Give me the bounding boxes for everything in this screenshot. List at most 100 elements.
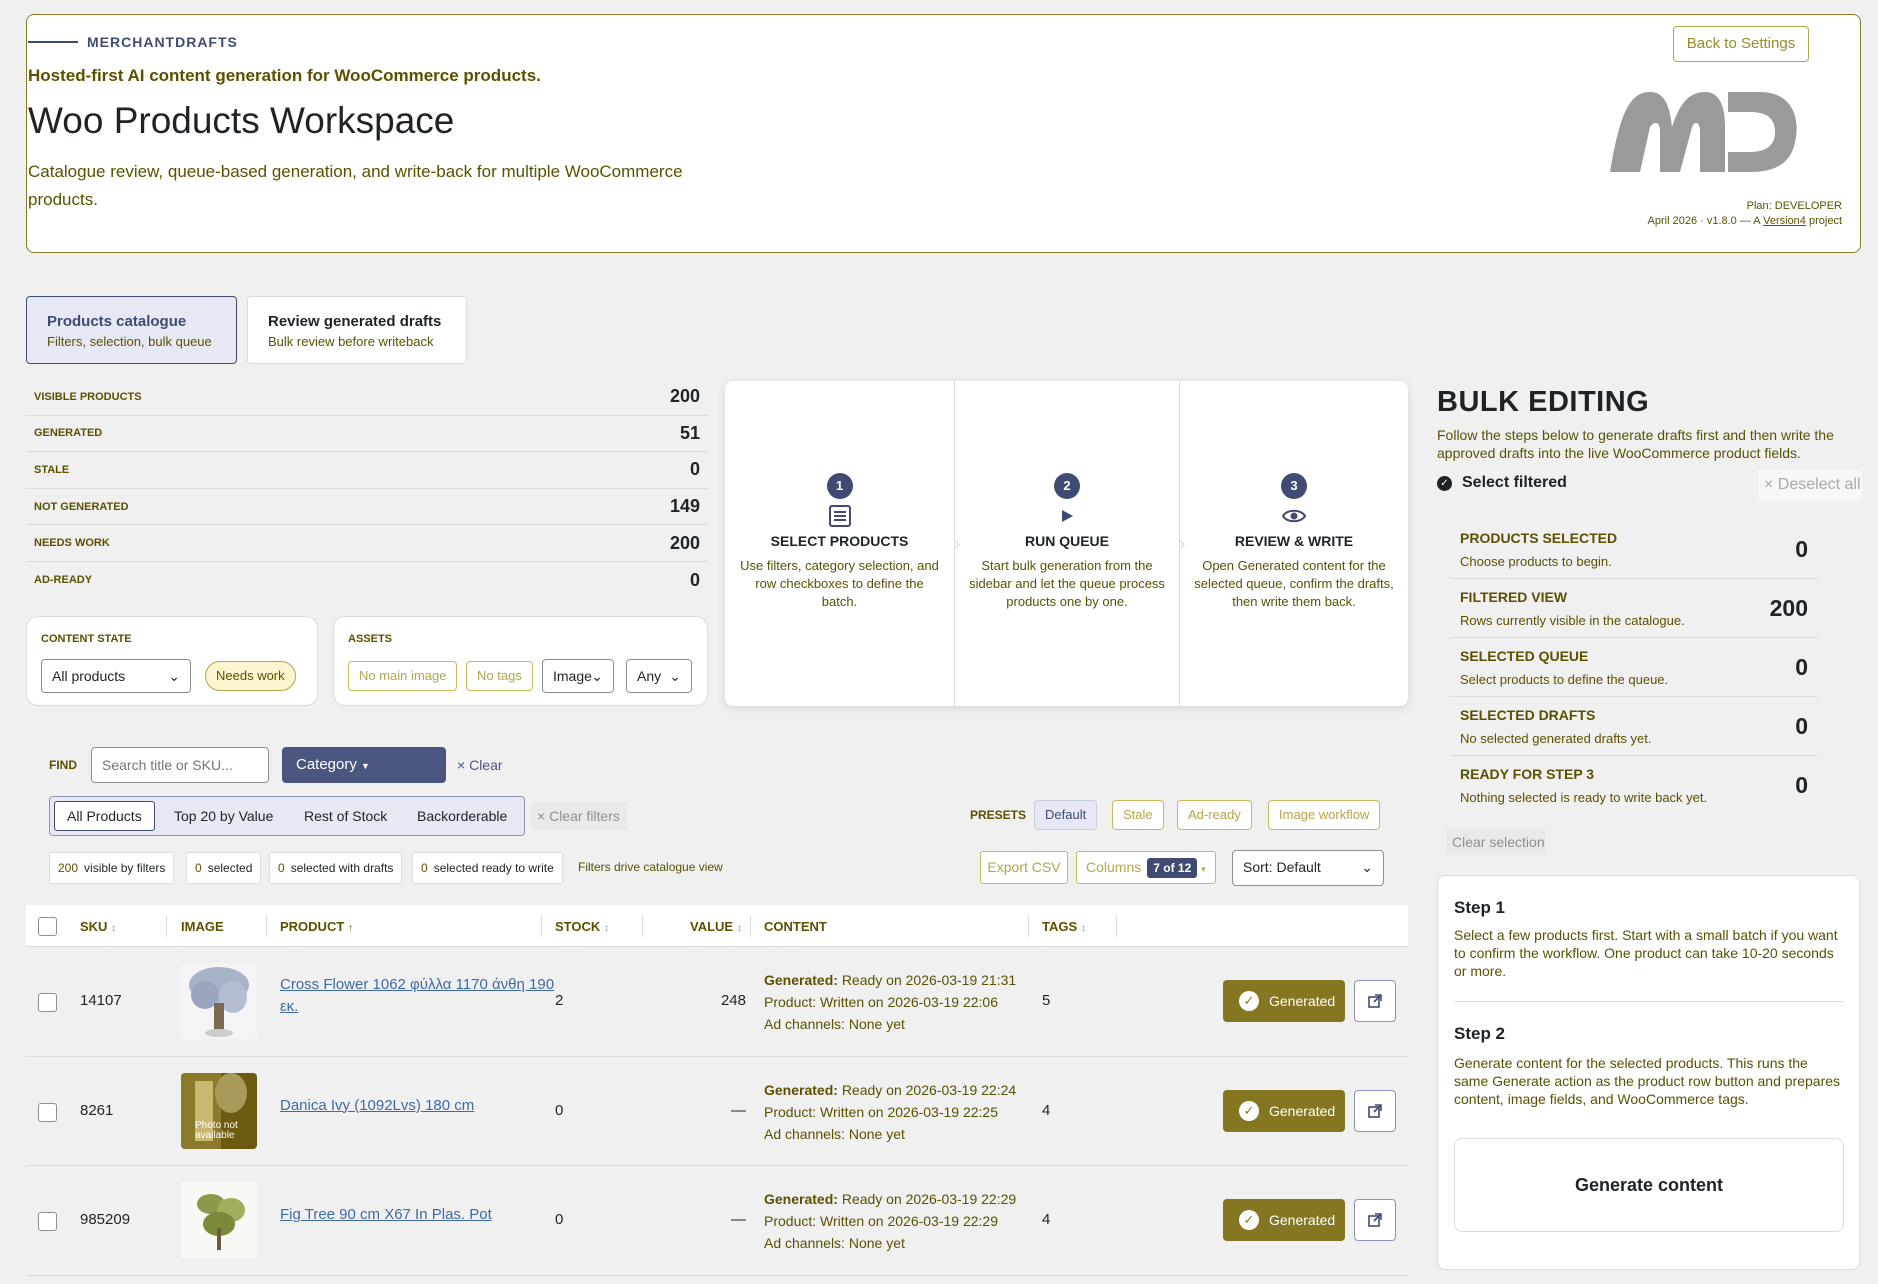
generate-content-button[interactable]: Generate content — [1454, 1138, 1844, 1232]
header-sku[interactable]: SKU ↕ — [80, 919, 116, 934]
clear-search-link[interactable]: × Clear — [457, 757, 503, 773]
header-value[interactable]: VALUE ↕ — [690, 919, 742, 934]
select-filtered-button[interactable]: ✓ Select filtered — [1437, 474, 1567, 492]
page-title: Woo Products Workspace — [28, 100, 455, 141]
page-subtitle: Catalogue review, queue-based generation… — [28, 162, 683, 209]
generated-button[interactable]: ✓ Generated — [1223, 980, 1345, 1022]
no-main-image-pill[interactable]: No main image — [348, 661, 458, 691]
step1-title: Step 1 — [1454, 898, 1506, 917]
header-stock[interactable]: STOCK ↕ — [555, 919, 609, 934]
row-checkbox[interactable] — [38, 993, 57, 1012]
count-selected-drafts: 0 selected with drafts — [269, 852, 403, 884]
thumb-placeholder-text: Photo not available — [195, 1119, 238, 1141]
product-thumbnail[interactable] — [181, 963, 257, 1039]
product-link[interactable]: Fig Tree 90 cm X67 In Plas. Pot — [280, 1204, 560, 1226]
find-label: FIND — [49, 758, 77, 772]
external-link-button[interactable] — [1354, 1199, 1396, 1241]
play-icon — [955, 503, 1179, 529]
preset-image-workflow[interactable]: Image workflow — [1268, 800, 1381, 830]
row-sku: 985209 — [80, 1211, 131, 1228]
selection-stats: PRODUCTS SELECTED Choose products to beg… — [1450, 520, 1818, 815]
chevron-down-icon: ⌄ — [591, 668, 603, 684]
external-link-button[interactable] — [1354, 1089, 1396, 1132]
row-content-status: Generated: Ready on 2026-03-19 21:31 Pro… — [764, 972, 1017, 1032]
image-select[interactable]: Image ⌄ — [542, 659, 614, 693]
external-link-button[interactable] — [1354, 980, 1396, 1022]
stat-selected-drafts: SELECTED DRAFTS No selected generated dr… — [1450, 697, 1818, 756]
row-tags: 4 — [1042, 1211, 1051, 1228]
header-content: CONTENT — [764, 919, 827, 934]
view-segmented-control: All Products Top 20 by Value Rest of Sto… — [49, 796, 525, 836]
row-stock: 0 — [555, 1211, 564, 1228]
row-tags: 4 — [1042, 1101, 1051, 1119]
brand-line — [28, 41, 78, 43]
any-select[interactable]: Any ⌄ — [626, 659, 692, 693]
product-link[interactable]: Cross Flower 1062 φύλλα 1170 άνθη 190 εκ… — [280, 974, 560, 1018]
category-dropdown[interactable]: Category ▼ — [282, 747, 446, 783]
step2-text: Generate content for the selected produc… — [1454, 1055, 1841, 1107]
divider — [1454, 1001, 1844, 1002]
list-icon — [725, 503, 954, 529]
no-tags-pill[interactable]: No tags — [466, 661, 533, 691]
version-label: April 2026 · v1.8.0 — A Version4 project — [1647, 215, 1842, 227]
clear-selection-button[interactable]: Clear selection — [1446, 829, 1546, 855]
chevron-down-icon: ⌄ — [1361, 859, 1373, 875]
sort-select[interactable]: Sort: Default ⌄ — [1232, 850, 1384, 886]
preset-stale[interactable]: Stale — [1112, 800, 1164, 830]
stats-list: VISIBLE PRODUCTS 200 GENERATED 51 STALE 0 N… — [26, 379, 708, 599]
columns-button[interactable]: Columns 7 of 12 ▾ — [1076, 851, 1216, 884]
segment-top-20[interactable]: Top 20 by Value — [162, 801, 285, 831]
tagline: Hosted-first AI content generation for W… — [28, 66, 541, 85]
caret-down-icon: ▼ — [361, 761, 370, 771]
product-thumbnail[interactable] — [181, 1182, 257, 1258]
count-visible: 200 visible by filters — [49, 852, 175, 884]
back-to-settings-button[interactable]: Back to Settings — [1673, 26, 1809, 62]
products-table: SKU ↕ IMAGE PRODUCT ↑ STOCK ↕ VALUE ↕ CO… — [26, 905, 1408, 1276]
content-state-select[interactable]: All products ⌄ — [41, 659, 191, 693]
assets-box: ASSETS No main image No tags Image ⌄ Any ⌄ — [333, 616, 708, 706]
segment-rest-of-stock[interactable]: Rest of Stock — [292, 801, 399, 831]
row-content-status: Generated: Ready on 2026-03-19 22:24 Pro… — [764, 1081, 1017, 1142]
row-checkbox[interactable] — [38, 1212, 57, 1231]
row-stock: 0 — [555, 1101, 564, 1119]
stat-not-generated: NOT GENERATED 149 — [26, 489, 708, 526]
segment-backorderable[interactable]: Backorderable — [405, 801, 519, 831]
row-sku: 8261 — [80, 1101, 114, 1119]
presets-label: PRESETS — [970, 808, 1027, 822]
workflow-steps-panel: 1 SELECT PRODUCTS Use filters, category … — [725, 381, 1408, 706]
export-csv-button[interactable]: Export CSV — [980, 851, 1068, 884]
segment-all-products[interactable]: All Products — [54, 801, 155, 831]
bulk-editing-desc: Follow the steps below to generate draft… — [1437, 427, 1834, 461]
product-link[interactable]: Danica Ivy (1092Lvs) 180 cm — [280, 1095, 560, 1117]
table-header: SKU ↕ IMAGE PRODUCT ↑ STOCK ↕ VALUE ↕ CO… — [26, 905, 1408, 947]
tab-products-catalogue[interactable]: Products catalogue Filters, selection, b… — [26, 296, 237, 364]
row-checkbox[interactable] — [38, 1102, 57, 1122]
preset-ad-ready[interactable]: Ad-ready — [1177, 800, 1252, 830]
close-icon: × — [1764, 476, 1774, 493]
eye-icon — [1180, 503, 1408, 529]
product-thumbnail[interactable]: Photo not available — [181, 1072, 257, 1149]
deselect-all-button[interactable]: × Deselect all — [1758, 470, 1862, 500]
close-icon: × — [457, 757, 466, 773]
preset-default[interactable]: Default — [1034, 800, 1098, 830]
row-sku: 14107 — [80, 992, 122, 1009]
needs-work-pill[interactable]: Needs work — [205, 661, 296, 691]
steps-card: Step 1 Select a few products first. Star… — [1437, 875, 1860, 1270]
search-input[interactable] — [91, 747, 269, 783]
bulk-editing-title: BULK EDITING — [1437, 386, 1650, 418]
check-icon: ✓ — [1239, 1100, 1259, 1121]
stat-ad-ready: AD-READY 0 — [34, 569, 700, 590]
generated-button[interactable]: ✓ Generated — [1223, 1199, 1345, 1241]
chevron-down-icon: ⌄ — [168, 668, 180, 684]
clear-filters-button[interactable]: × Clear filters — [531, 802, 627, 830]
stat-visible-products: VISIBLE PRODUCTS 200 — [26, 379, 708, 416]
version4-link[interactable]: Version4 — [1763, 215, 1806, 227]
columns-badge: 7 of 12 — [1147, 858, 1198, 878]
generated-button[interactable]: ✓ Generated — [1223, 1089, 1345, 1132]
select-all-checkbox[interactable] — [38, 917, 57, 936]
header-product[interactable]: PRODUCT ↑ — [280, 919, 353, 934]
step1-text: Select a few products first. Start with … — [1454, 927, 1838, 979]
tab-review-generated-drafts[interactable]: Review generated drafts Bulk review befo… — [247, 296, 467, 364]
header-tags[interactable]: TAGS ↕ — [1042, 919, 1086, 934]
close-icon: × — [537, 808, 546, 824]
